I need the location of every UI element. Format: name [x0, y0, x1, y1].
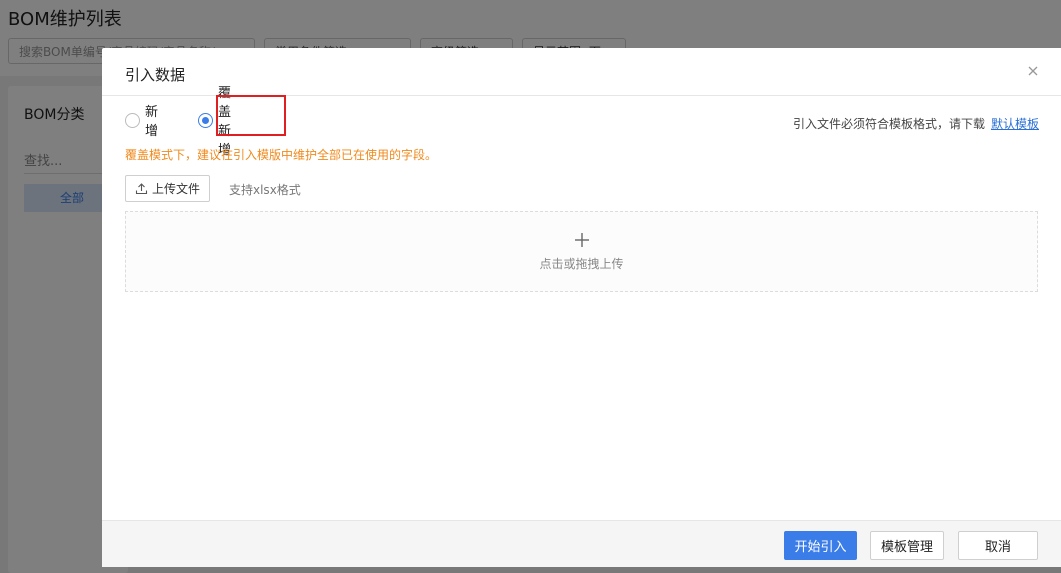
start-import-button[interactable]: 开始引入 [784, 531, 857, 560]
dialog-header: 引入数据 [102, 48, 1061, 96]
cancel-button[interactable]: 取消 [958, 531, 1038, 560]
upload-file-label: 上传文件 [151, 182, 200, 196]
upload-icon [135, 183, 148, 195]
template-hint: 引入文件必须符合模板格式，请下载 默认模板 [793, 115, 1039, 132]
import-data-dialog: 引入数据 新增 覆盖新增 引入文件必须符合模板格式，请下载 默认模板 覆盖模式下，… [102, 48, 1061, 567]
highlight-box [216, 95, 286, 136]
close-icon[interactable] [1026, 64, 1040, 78]
dialog-footer: 开始引入 模板管理 取消 [102, 520, 1061, 567]
dropzone-text: 点击或拖拽上传 [539, 257, 624, 271]
dialog-title: 引入数据 [125, 66, 186, 84]
radio-add[interactable]: 新增 [125, 105, 158, 139]
radio-circle-checked[interactable] [198, 112, 213, 128]
radio-circle[interactable] [125, 112, 140, 128]
upload-file-button[interactable]: 上传文件 [125, 175, 210, 202]
template-hint-text: 引入文件必须符合模板格式，请下载 [792, 117, 985, 131]
default-template-link[interactable]: 默认模板 [991, 117, 1039, 131]
overwrite-warning: 覆盖模式下，建议在引入模版中维护全部已在使用的字段。 [125, 148, 438, 162]
template-manage-button[interactable]: 模板管理 [870, 531, 944, 560]
upload-dropzone[interactable]: 点击或拖拽上传 [125, 211, 1038, 292]
format-hint: 支持xlsx格式 [229, 183, 301, 197]
plus-icon [575, 233, 589, 247]
radio-label: 新增 [145, 105, 159, 139]
